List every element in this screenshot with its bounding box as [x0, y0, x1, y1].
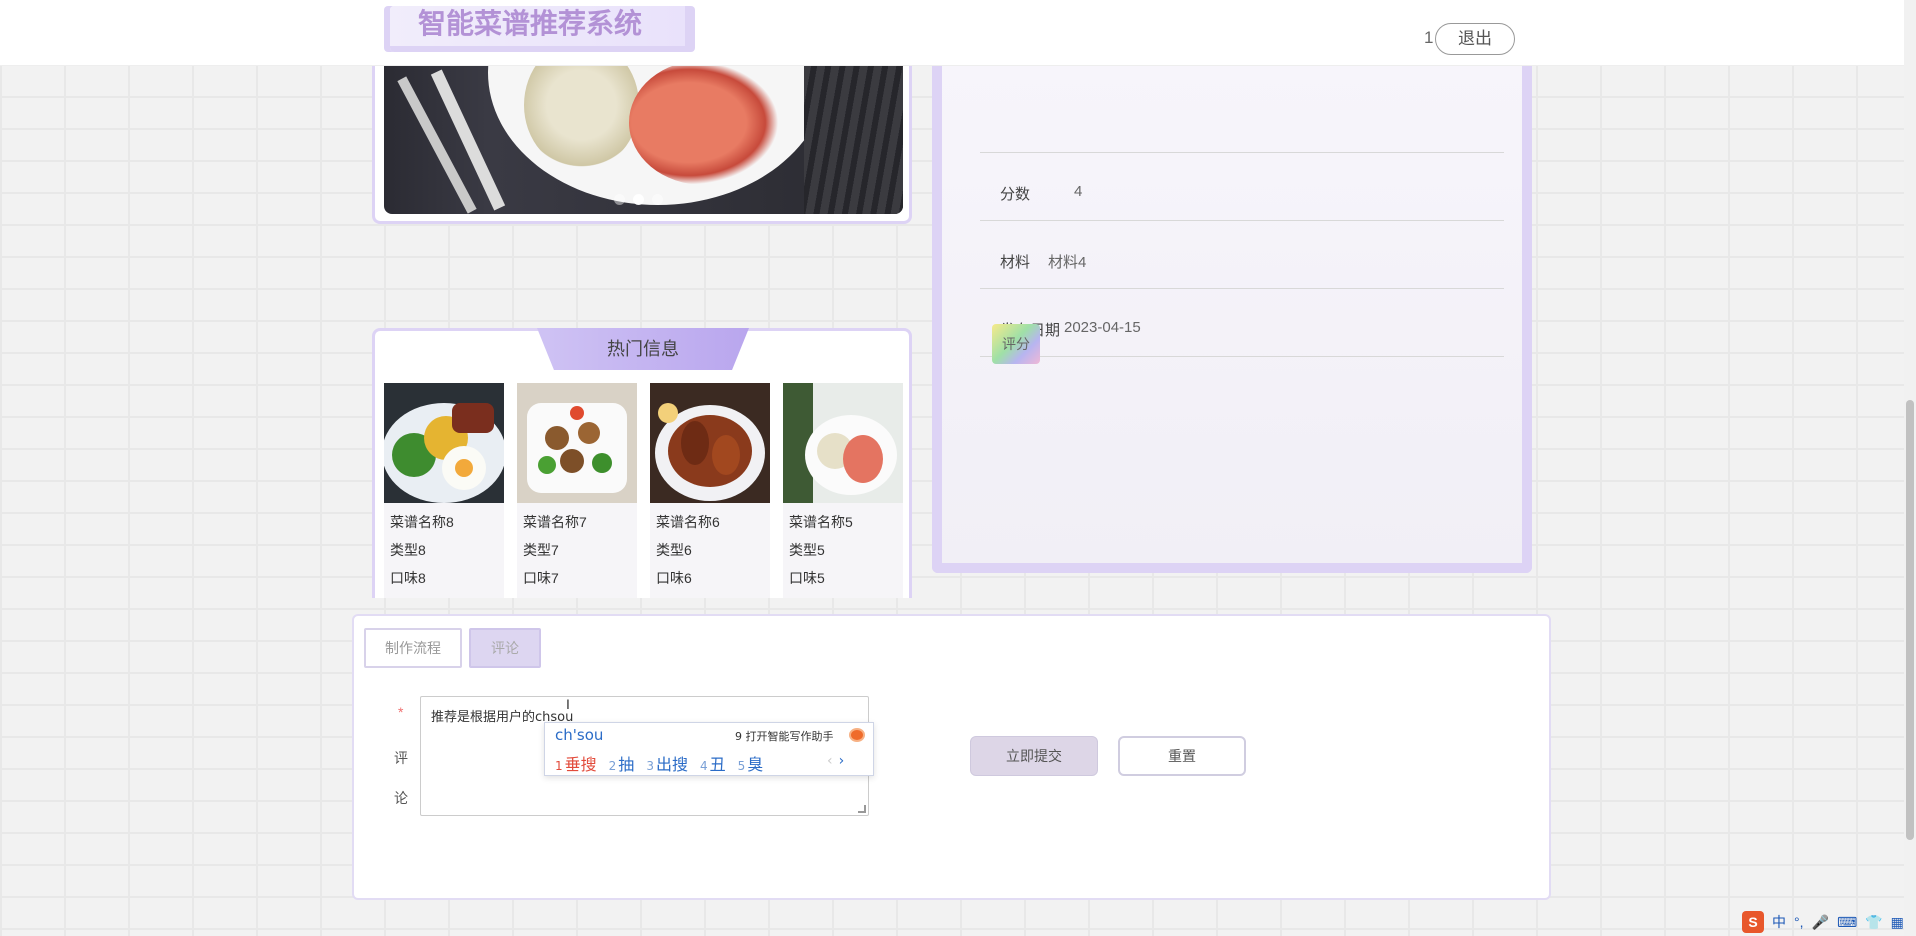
- info-row-partial: [980, 85, 1504, 153]
- hot-item-type: 类型6: [656, 542, 692, 558]
- hot-item-name: 菜谱名称7: [523, 514, 587, 530]
- submit-button[interactable]: 立即提交: [970, 736, 1098, 776]
- hot-item-type: 类型8: [390, 542, 426, 558]
- punctuation-icon[interactable]: °,: [1794, 914, 1804, 930]
- ime-toolbar: S 中 °, 🎤 ⌨ 👕 ▦: [1742, 910, 1904, 934]
- hot-item-taste: 口味8: [390, 570, 426, 586]
- ime-candidate-popup: ch'sou 9 打开智能写作助手 1 垂搜 2抽 3 出搜 4丑 5臭 ‹ ›: [544, 722, 874, 776]
- ime-candidate[interactable]: 1 垂搜: [555, 751, 597, 775]
- ime-candidate[interactable]: 5臭: [738, 751, 764, 775]
- recipe-image: [517, 383, 637, 503]
- resize-handle[interactable]: [858, 805, 866, 813]
- scroll-thumb[interactable]: [1906, 400, 1914, 840]
- hot-item[interactable]: 菜谱名称8 类型8 口味8: [382, 383, 506, 598]
- recipe-image: [783, 383, 903, 503]
- tab-process[interactable]: 制作流程: [364, 628, 462, 668]
- comment-label-char: 评: [394, 750, 408, 766]
- assistant-icon[interactable]: [849, 728, 865, 742]
- page-scrollbar[interactable]: [1904, 0, 1916, 936]
- ime-page-arrows[interactable]: ‹ ›: [827, 753, 844, 769]
- ime-candidate[interactable]: 2抽: [609, 751, 635, 775]
- hot-item-name: 菜谱名称5: [789, 514, 853, 530]
- microphone-icon[interactable]: 🎤: [1812, 914, 1829, 931]
- hot-item-type: 类型5: [789, 542, 825, 558]
- info-row-score: 分数 4: [980, 153, 1504, 221]
- sogou-logo-icon[interactable]: S: [1742, 911, 1764, 933]
- info-value: 材料4: [1048, 254, 1087, 271]
- ime-candidate[interactable]: 4丑: [700, 751, 726, 775]
- info-value: 2023-04-15: [1064, 319, 1141, 336]
- comment-label-char: 论: [394, 790, 408, 806]
- hot-info-section: 热门信息 菜谱名称8 类型8 口味8 菜谱名称7 类型7 口味7 菜谱名称6 类…: [372, 328, 912, 598]
- ime-candidate[interactable]: 3 出搜: [646, 751, 688, 775]
- site-title[interactable]: 智能菜谱推荐系统: [390, 6, 695, 52]
- recipe-info-panel: 分数 4 材料 材料4 发布日期 2023-04-15 评分: [932, 60, 1532, 573]
- next-page-icon: ›: [838, 753, 845, 769]
- carousel-dot[interactable]: [652, 194, 663, 205]
- shrimp-graphic: [629, 60, 779, 185]
- info-value: 4: [1074, 183, 1083, 200]
- info-key: 分数: [1000, 186, 1031, 203]
- logout-button[interactable]: 退出: [1435, 23, 1515, 55]
- hot-item-name: 菜谱名称6: [656, 514, 720, 530]
- image-carousel: [372, 60, 912, 224]
- info-row-material: 材料 材料4: [980, 221, 1504, 289]
- carousel-dot-active[interactable]: [633, 194, 644, 205]
- hot-info-title: 热门信息: [537, 328, 749, 370]
- hot-item-type: 类型7: [523, 542, 559, 558]
- language-mode[interactable]: 中: [1772, 912, 1786, 932]
- carousel-dot[interactable]: [614, 194, 625, 205]
- wood-texture: [804, 60, 903, 214]
- text-cursor-icon: I: [566, 696, 570, 712]
- hot-item-taste: 口味7: [523, 570, 559, 586]
- prev-page-icon: ‹: [827, 753, 833, 769]
- recipe-image: [382, 383, 506, 503]
- ime-candidate-list: 1 垂搜 2抽 3 出搜 4丑 5臭: [555, 751, 763, 775]
- ime-composition: ch'sou: [555, 726, 604, 744]
- tab-comment[interactable]: 评论: [469, 628, 541, 668]
- rate-button[interactable]: 评分: [992, 324, 1040, 364]
- username: 1: [1424, 28, 1434, 47]
- hot-item-taste: 口味6: [656, 570, 692, 586]
- hot-item-name: 菜谱名称8: [390, 514, 454, 530]
- reset-button[interactable]: 重置: [1118, 736, 1246, 776]
- keyboard-icon[interactable]: ⌨: [1837, 914, 1857, 931]
- carousel-image[interactable]: [384, 60, 903, 214]
- ime-assistant-link[interactable]: 9 打开智能写作助手: [735, 728, 834, 744]
- recipe-image: [650, 383, 770, 503]
- detail-tabs-panel: 制作流程 评论 * 评 论 推荐是根据用户的chsou 立即提交 重置: [352, 614, 1551, 900]
- hot-item[interactable]: 菜谱名称5 类型5 口味5: [783, 383, 903, 598]
- required-mark: *: [398, 704, 404, 720]
- hot-item[interactable]: 菜谱名称6 类型6 口味6: [650, 383, 770, 598]
- top-bar: 智能菜谱推荐系统 1 退出: [0, 0, 1904, 66]
- info-key: 材料: [1000, 254, 1031, 271]
- grid-menu-icon[interactable]: ▦: [1891, 914, 1904, 931]
- carousel-indicators: [614, 194, 663, 205]
- info-row-date: 发布日期 2023-04-15: [980, 289, 1504, 357]
- hot-item-taste: 口味5: [789, 570, 825, 586]
- skin-icon[interactable]: 👕: [1865, 914, 1882, 931]
- hot-item[interactable]: 菜谱名称7 类型7 口味7: [517, 383, 637, 598]
